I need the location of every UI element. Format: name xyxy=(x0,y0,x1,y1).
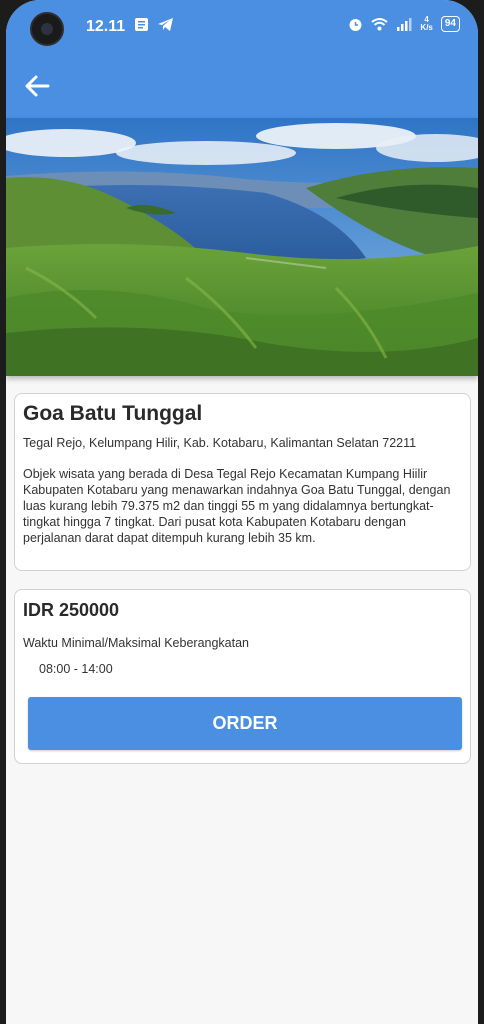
back-arrow-icon[interactable] xyxy=(22,71,52,101)
departure-time-value: 08:00 - 14:00 xyxy=(39,662,113,676)
battery-indicator: 94 xyxy=(440,16,460,32)
status-time: 12.11 xyxy=(86,18,126,35)
message-icon xyxy=(135,18,148,31)
destination-info-card: Goa Batu Tunggal Tegal Rejo, Kelumpang H… xyxy=(14,393,471,571)
departure-time-label: Waktu Minimal/Maksimal Keberangkatan xyxy=(23,636,250,650)
alarm-icon xyxy=(349,18,362,31)
app-screen: 12.11 4 K/s 94 Goa Batu Tunggal Tegal Re… xyxy=(6,0,478,1024)
signal-icon xyxy=(397,18,412,31)
order-button[interactable]: ORDER xyxy=(28,697,462,750)
telegram-icon xyxy=(158,18,173,31)
destination-photo xyxy=(6,118,478,376)
price-label: IDR 250000 xyxy=(23,600,120,620)
front-camera xyxy=(30,12,64,46)
destination-description: Objek wisata yang berada di Desa Tegal R… xyxy=(23,467,451,545)
booking-card: IDR 250000 Waktu Minimal/Maksimal Kebera… xyxy=(14,589,471,764)
wifi-icon xyxy=(371,18,389,31)
destination-address: Tegal Rejo, Kelumpang Hilir, Kab. Kotaba… xyxy=(23,436,417,450)
net-speed: 4 K/s xyxy=(420,15,433,32)
destination-title: Goa Batu Tunggal xyxy=(23,402,203,425)
app-bar: 12.11 4 K/s 94 xyxy=(6,0,478,118)
